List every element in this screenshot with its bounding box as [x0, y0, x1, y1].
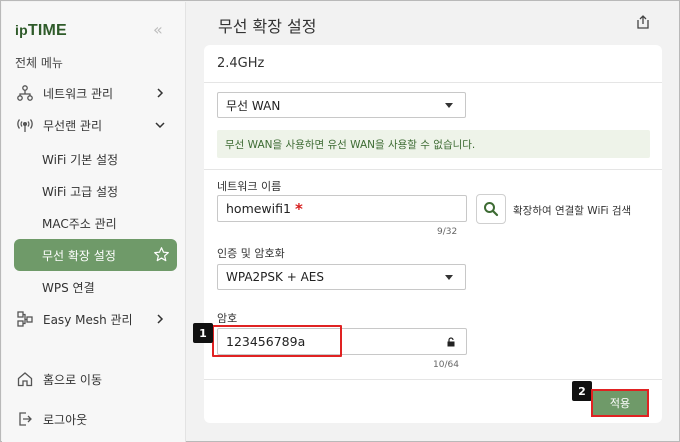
apply-button[interactable]: 적용 [591, 389, 649, 417]
auth-select[interactable]: WPA2PSK + AES [217, 264, 466, 290]
ssid-counter: 9/32 [437, 227, 458, 237]
divider [204, 169, 662, 170]
logo: ipTIME [15, 22, 67, 40]
settings-card: 2.4GHz 무선 WAN 무선 WAN을 사용하면 유선 WAN을 사용할 수… [204, 45, 662, 423]
card-header: 2.4GHz [204, 45, 662, 83]
mesh-icon [16, 310, 34, 328]
sidebar-item-label: MAC주소 관리 [42, 216, 117, 231]
sidebar-item-logout[interactable]: 로그아웃 [2, 403, 186, 435]
auth-label: 인증 및 암호화 [217, 247, 285, 260]
highlight-box-password [212, 325, 342, 357]
ssid-value: homewifi1 [226, 201, 291, 216]
band-label: 2.4GHz [217, 56, 265, 71]
chevron-right-icon [157, 88, 164, 98]
logo-prefix: ip [15, 22, 28, 38]
sidebar-item-label: 무선 확장 설정 [42, 248, 116, 263]
required-mark: * [294, 199, 303, 218]
collapse-sidebar-icon[interactable]: « [153, 20, 163, 39]
step-badge-2: 2 [572, 381, 592, 401]
sidebar-item-label: 로그아웃 [43, 412, 88, 427]
sidebar-item-wireless[interactable]: 무선랜 관리 [2, 109, 186, 141]
lock-icon[interactable] [446, 337, 456, 347]
password-counter: 10/64 [433, 360, 459, 370]
favorite-star-icon[interactable] [153, 246, 170, 263]
sidebar-item-wps[interactable]: WPS 연결 [2, 271, 186, 303]
sidebar-item-network[interactable]: 네트워크 관리 [2, 77, 186, 109]
wan-mode-value: 무선 WAN [226, 98, 281, 113]
wifi-search-button[interactable] [476, 194, 506, 224]
caret-down-icon [445, 275, 453, 280]
sidebar-item-label: 네트워크 관리 [43, 86, 114, 101]
logo-main: TIME [27, 22, 67, 39]
sidebar-item-wifi-basic[interactable]: WiFi 기본 설정 [2, 143, 186, 175]
sidebar-item-label: 무선랜 관리 [43, 118, 103, 133]
sidebar-item-home[interactable]: 홈으로 이동 [2, 363, 186, 395]
password-label: 암호 [217, 312, 238, 325]
sidebar-item-label: WiFi 기본 설정 [42, 152, 119, 167]
ssid-input[interactable]: homewifi1 * [217, 195, 467, 222]
home-icon [16, 370, 34, 388]
caret-down-icon [445, 103, 453, 108]
sidebar: ipTIME « 전체 메뉴 네트워크 관리 무선랜 관리 WiFi 기본 설정… [2, 2, 186, 442]
chevron-down-icon [155, 122, 165, 129]
page-title: 무선 확장 설정 [218, 17, 317, 36]
auth-value: WPA2PSK + AES [226, 270, 324, 284]
wifi-search-label[interactable]: 확장하여 연결할 WiFi 검색 [513, 203, 631, 218]
sidebar-item-wireless-extend[interactable]: 무선 확장 설정 [14, 239, 177, 271]
sidebar-item-easymesh[interactable]: Easy Mesh 관리 [2, 303, 186, 335]
sidebar-item-label: Easy Mesh 관리 [43, 312, 133, 327]
divider [204, 379, 662, 380]
wifi-icon [16, 116, 34, 134]
sidebar-item-label: 홈으로 이동 [43, 372, 103, 387]
share-icon[interactable] [635, 14, 651, 30]
network-icon [16, 84, 34, 102]
wan-mode-select[interactable]: 무선 WAN [217, 92, 466, 118]
ssid-label: 네트워크 이름 [217, 180, 282, 193]
logout-icon [16, 410, 34, 428]
sidebar-item-label: WiFi 고급 설정 [42, 184, 119, 199]
menu-title: 전체 메뉴 [15, 56, 63, 70]
chevron-right-icon [157, 314, 164, 324]
wan-notice: 무선 WAN을 사용하면 유선 WAN을 사용할 수 없습니다. [217, 130, 650, 158]
sidebar-item-label: WPS 연결 [42, 280, 95, 295]
sidebar-item-wifi-advanced[interactable]: WiFi 고급 설정 [2, 175, 186, 207]
step-badge-1: 1 [193, 323, 213, 343]
sidebar-item-mac[interactable]: MAC주소 관리 [2, 207, 186, 239]
search-icon [484, 202, 499, 217]
